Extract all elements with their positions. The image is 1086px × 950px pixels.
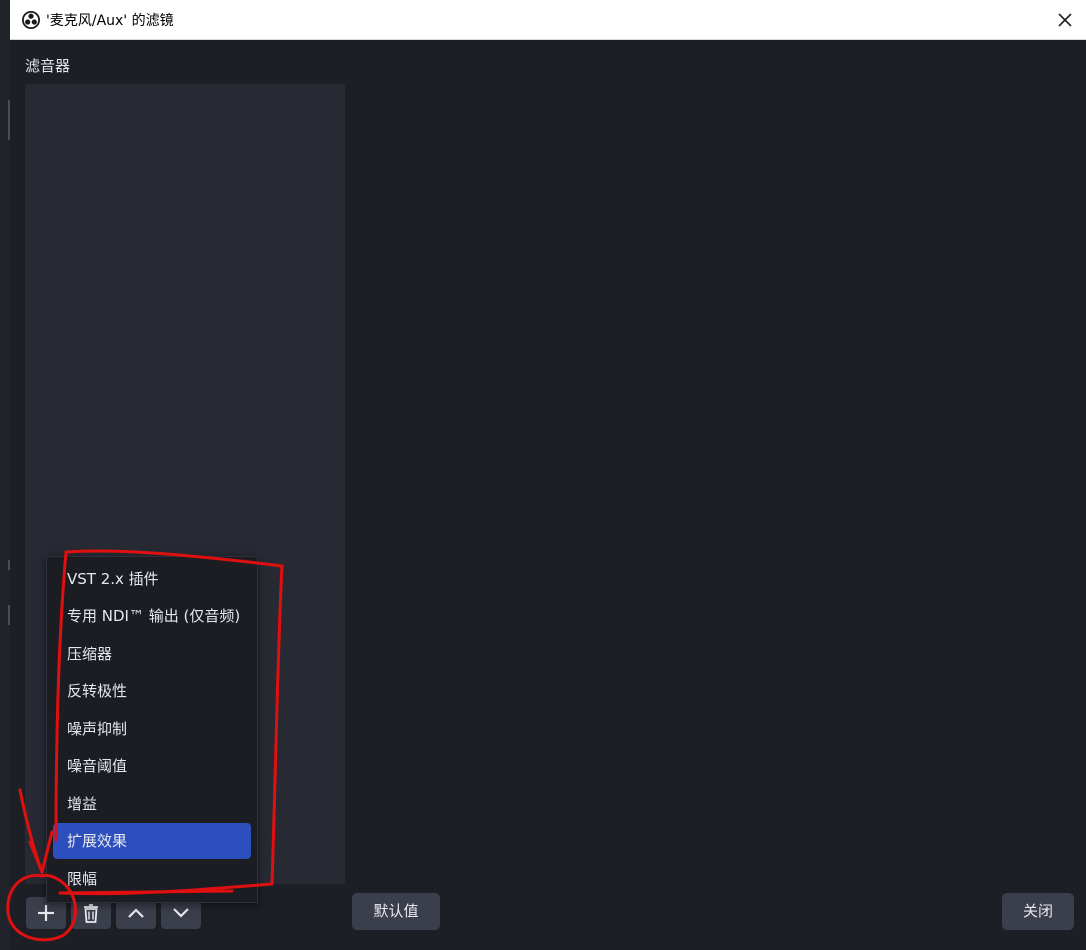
menu-item-compressor[interactable]: 压缩器 (53, 636, 251, 672)
trash-icon (84, 904, 98, 923)
menu-item-gain[interactable]: 增益 (53, 786, 251, 822)
plus-icon (38, 905, 54, 921)
audio-filters-label: 滤音器 (25, 57, 71, 75)
menu-item-noise-gate[interactable]: 噪音阈值 (53, 748, 251, 784)
defaults-button[interactable]: 默认值 (352, 893, 440, 930)
menu-item-invert-polarity[interactable]: 反转极性 (53, 673, 251, 709)
background-window-edge (0, 0, 10, 950)
chevron-up-icon (128, 908, 144, 918)
menu-item-noise-suppression[interactable]: 噪声抑制 (53, 711, 251, 747)
title-bar: '麦克风/Aux' 的滤镜 (10, 0, 1086, 40)
menu-item-ndi-output[interactable]: 专用 NDI™ 输出 (仅音频) (53, 598, 251, 634)
add-filter-menu: VST 2.x 插件 专用 NDI™ 输出 (仅音频) 压缩器 反转极性 噪声抑… (46, 556, 258, 903)
menu-item-limiter[interactable]: 限幅 (53, 861, 251, 897)
window-title: '麦克风/Aux' 的滤镜 (46, 13, 174, 29)
menu-item-expander[interactable]: 扩展效果 (53, 823, 251, 859)
menu-item-vst-plugin[interactable]: VST 2.x 插件 (53, 561, 251, 597)
close-button[interactable]: 关闭 (1002, 893, 1074, 930)
chevron-down-icon (173, 908, 189, 918)
obs-logo-icon (22, 11, 40, 29)
close-window-icon[interactable] (1054, 9, 1076, 31)
screen: '麦克风/Aux' 的滤镜 滤音器 默认值 关闭 VST 2.x 插件 专用 N… (0, 0, 1086, 950)
